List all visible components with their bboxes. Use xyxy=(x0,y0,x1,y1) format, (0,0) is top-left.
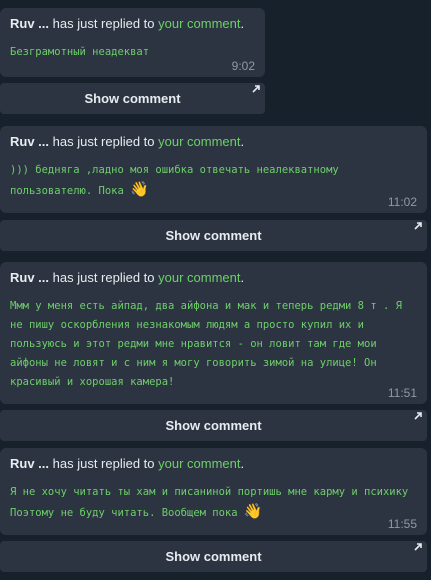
your-comment-link[interactable]: your comment xyxy=(158,16,240,31)
message-card: Ruv ... has just replied to your comment… xyxy=(0,448,427,535)
action-text: has just replied to xyxy=(49,134,159,149)
message-text: Я не хочу читать ты хам и писаниной порт… xyxy=(10,486,421,519)
message-body: Ммм у меня есть айпад, два айфона и мак … xyxy=(10,297,417,392)
message-header: Ruv ... has just replied to your comment… xyxy=(10,134,417,149)
message-header: Ruv ... has just replied to your comment… xyxy=(10,16,255,31)
message-text: Ммм у меня есть айпад, два айфона и мак … xyxy=(10,300,409,388)
message-body: ))) бедняга ,ладно моя ошибка отвечать н… xyxy=(10,161,417,201)
arrow-up-right-icon xyxy=(414,543,422,551)
show-comment-button[interactable]: Show comment xyxy=(0,410,427,441)
author-name[interactable]: Ruv ... xyxy=(10,134,49,149)
action-text: has just replied to xyxy=(49,270,159,285)
your-comment-link[interactable]: your comment xyxy=(158,134,240,149)
action-text: has just replied to xyxy=(49,456,159,471)
action-text: has just replied to xyxy=(49,16,159,31)
arrow-up-right-icon xyxy=(414,412,422,420)
message-time: 11:55 xyxy=(387,517,417,531)
message-card: Ruv ... has just replied to your comment… xyxy=(0,8,265,77)
end-punct: . xyxy=(240,134,245,149)
your-comment-link[interactable]: your comment xyxy=(158,456,240,471)
show-comment-label: Show comment xyxy=(165,549,262,564)
message-text: ))) бедняга ,ладно моя ошибка отвечать н… xyxy=(10,164,346,197)
message-header: Ruv ... has just replied to your comment… xyxy=(10,456,417,471)
message-header: Ruv ... has just replied to your comment… xyxy=(10,270,417,285)
show-comment-label: Show comment xyxy=(84,91,181,106)
message-card: Ruv ... has just replied to your comment… xyxy=(0,126,427,213)
end-punct: . xyxy=(240,456,245,471)
message-time: 11:51 xyxy=(387,386,417,400)
show-comment-button[interactable]: Show comment xyxy=(0,220,427,251)
message-time: 9:02 xyxy=(231,59,255,73)
author-name[interactable]: Ruv ... xyxy=(10,16,49,31)
author-name[interactable]: Ruv ... xyxy=(10,270,49,285)
end-punct: . xyxy=(240,16,245,31)
show-comment-button[interactable]: Show comment xyxy=(0,83,265,114)
message-card: Ruv ... has just replied to your comment… xyxy=(0,262,427,404)
arrow-up-right-icon xyxy=(252,85,260,93)
end-punct: . xyxy=(240,270,245,285)
arrow-up-right-icon xyxy=(414,222,422,230)
message-body: Безграмотный неадекват xyxy=(10,43,255,62)
show-comment-button[interactable]: Show comment xyxy=(0,541,427,572)
waving-hand-emoji: 👋 xyxy=(243,502,263,520)
show-comment-label: Show comment xyxy=(165,228,262,243)
show-comment-label: Show comment xyxy=(165,418,262,433)
message-text: Безграмотный неадекват xyxy=(10,46,150,58)
author-name[interactable]: Ruv ... xyxy=(10,456,49,471)
waving-hand-emoji: 👋 xyxy=(130,180,149,198)
message-time: 11:02 xyxy=(387,195,417,209)
message-body: Я не хочу читать ты хам и писаниной порт… xyxy=(10,483,417,523)
your-comment-link[interactable]: your comment xyxy=(158,270,240,285)
